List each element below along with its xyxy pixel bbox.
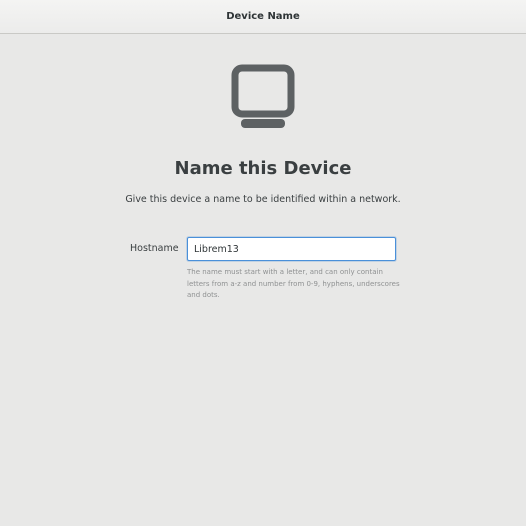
page-title: Name this Device (174, 158, 352, 179)
hostname-label: Hostname (130, 243, 179, 254)
hostname-input[interactable] (187, 237, 396, 261)
computer-monitor-icon (231, 64, 295, 128)
header-bar: Device Name (0, 0, 526, 34)
hostname-hint: The name must start with a letter, and c… (187, 268, 400, 299)
device-name-window: Device Name Name this Device Give this d… (0, 0, 526, 526)
window-title: Device Name (226, 11, 300, 22)
page-subtitle: Give this device a name to be identified… (125, 194, 401, 205)
main-content: Name this Device Give this device a name… (0, 34, 526, 526)
